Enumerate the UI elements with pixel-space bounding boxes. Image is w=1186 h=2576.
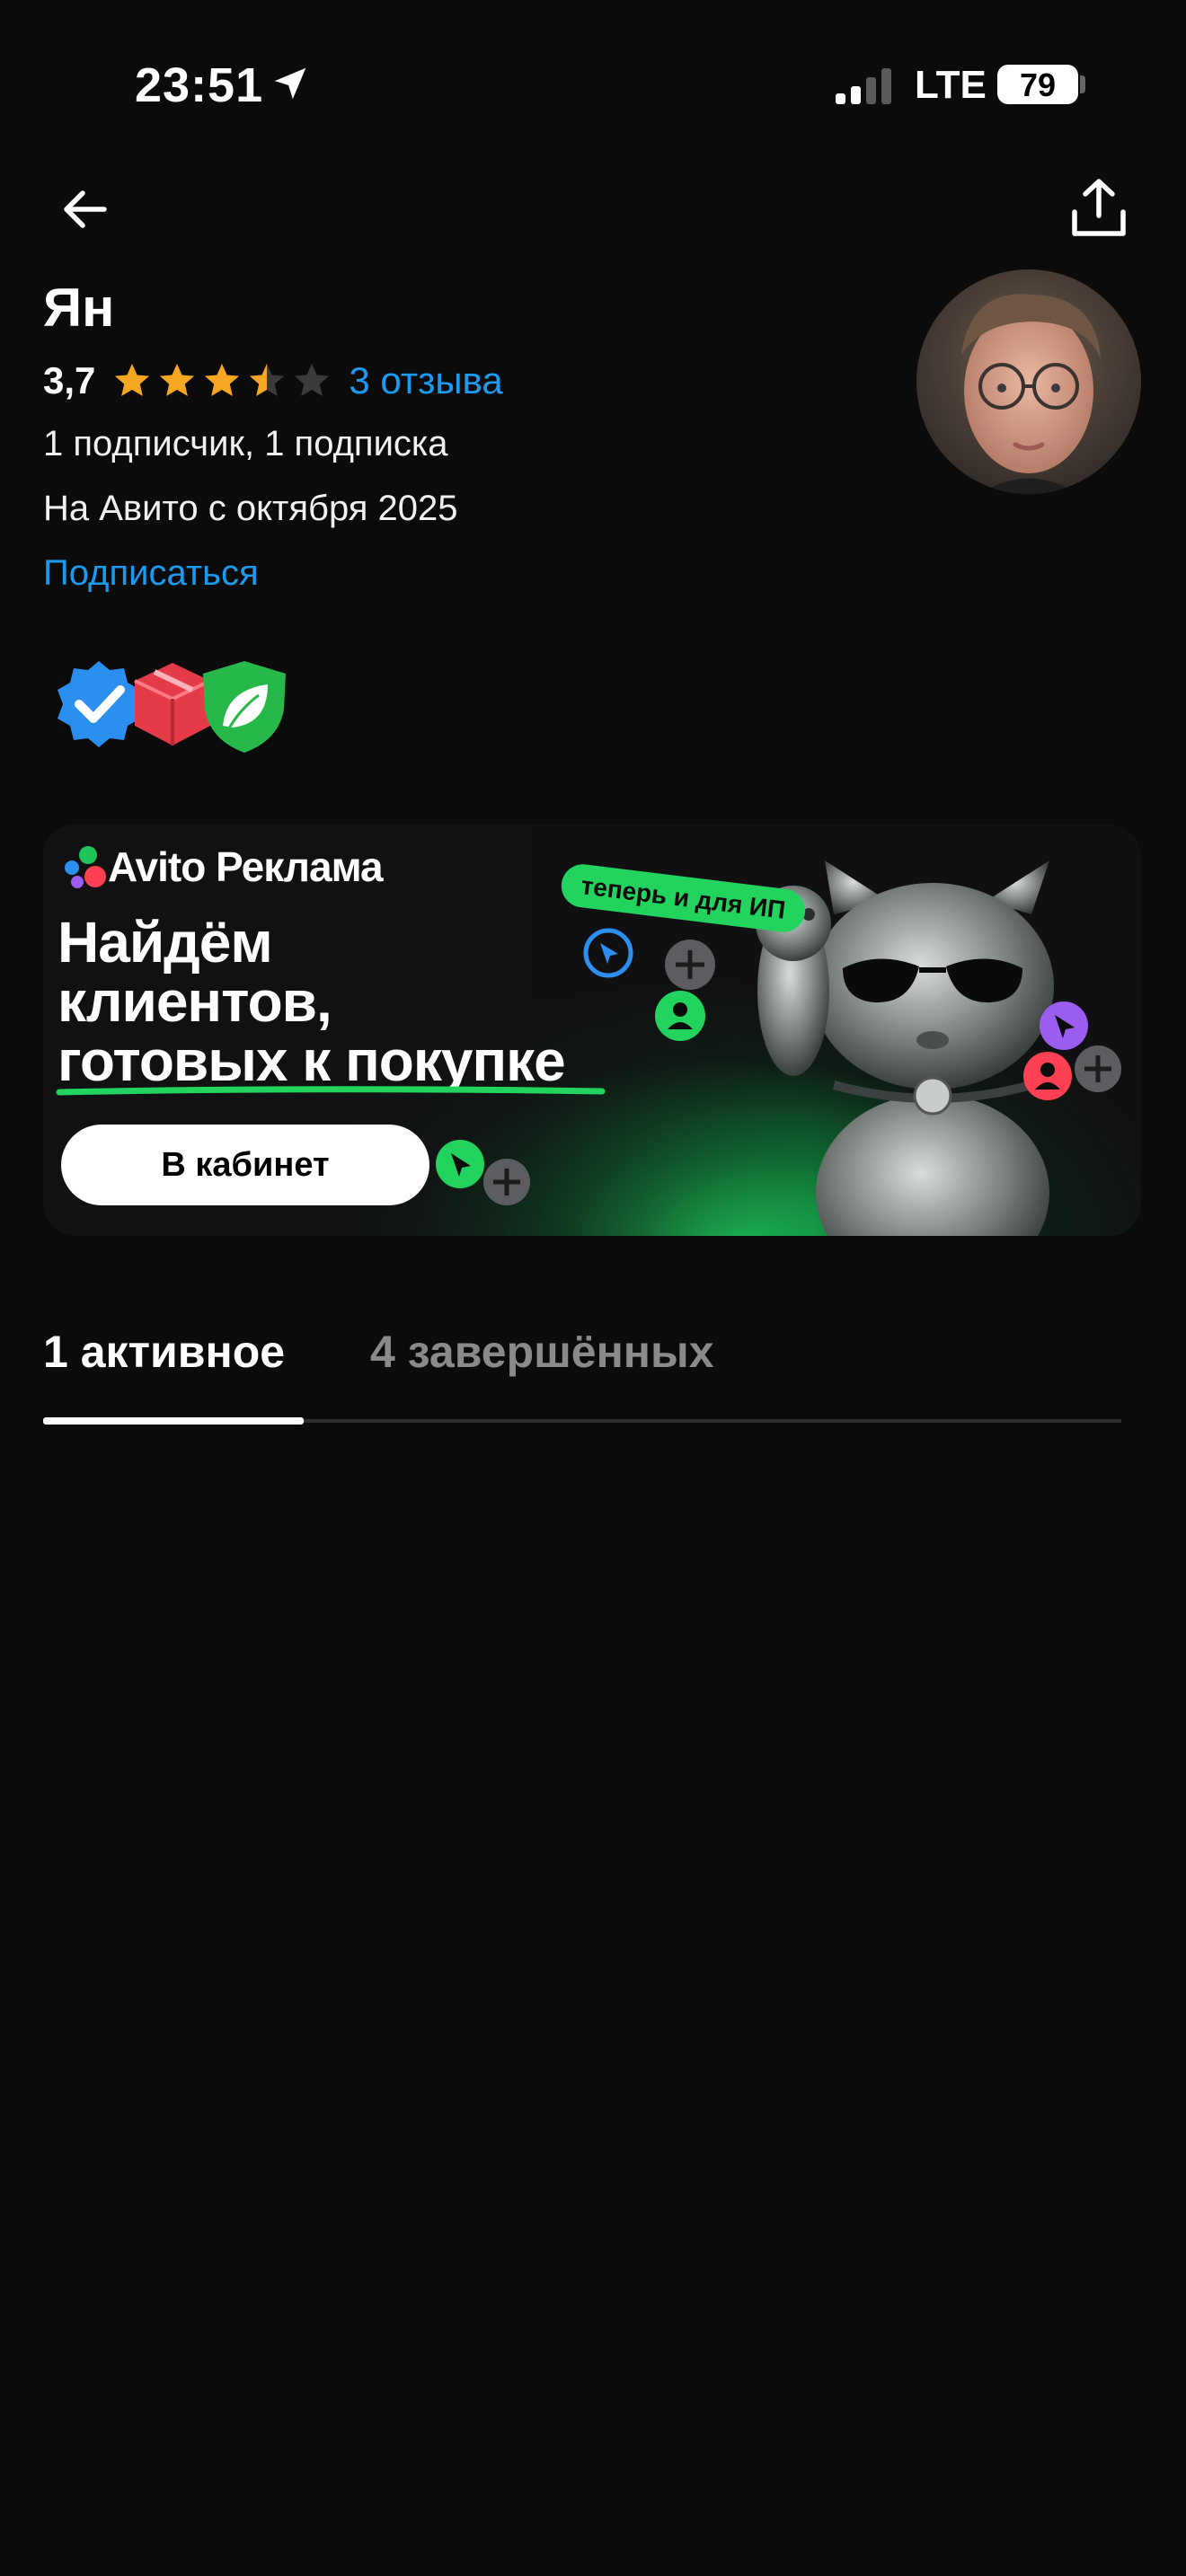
signal-bars-icon [836,68,891,104]
profile-screen: 23:51 LTE 79 Ян 3,7 3 отзыва 1 подписчик… [0,0,1186,2576]
plus-circle-icon [483,1159,530,1205]
user-circle-red-icon [1023,1052,1072,1100]
banner-brand: Avito Реклама [108,843,384,890]
rating-stars [111,360,336,401]
cursor-circle-green-icon [436,1140,484,1188]
back-button[interactable] [56,180,115,239]
eco-leaf-badge-icon [203,661,286,753]
subscribe-link[interactable]: Подписаться [43,553,259,594]
headline-line-1: Найдём [58,910,273,975]
star-half-icon [250,363,285,397]
rating-value: 3,7 [43,359,96,401]
star-full-icon [205,363,240,397]
ad-banner[interactable]: Avito Реклама Найдём клиентов, готовых к… [43,825,1141,1236]
user-circle-green-icon [655,991,705,1041]
cabinet-button[interactable]: В кабинет [61,1125,429,1205]
cursor-circle-blue-icon [583,928,633,978]
tab-completed-listings[interactable]: 4 завершённых [370,1326,714,1378]
network-type: LTE [915,63,987,107]
tab-active-listings[interactable]: 1 активное [43,1326,285,1378]
location-arrow-icon [274,67,306,100]
member-since: На Авито с октября 2025 [43,489,458,528]
profile-name: Ян [43,278,115,338]
plus-circle-icon [665,940,715,990]
headline-line-3: готовых к покупке [58,1028,566,1093]
rating-row: 3,7 3 отзыва [43,357,503,404]
battery-icon: 79 [997,65,1078,104]
star-full-icon [160,363,195,397]
headline-underline [56,1086,606,1096]
reviews-link[interactable]: 3 отзыва [349,359,502,402]
verified-badge-icon [58,661,140,747]
achievement-badges[interactable] [47,654,298,758]
delivery-box-badge-icon [134,663,211,745]
share-button[interactable] [1067,176,1130,241]
battery-level: 79 [1019,66,1057,103]
status-time: 23:51 [135,58,264,112]
avatar[interactable] [916,269,1141,494]
subscribers-info[interactable]: 1 подписчик, 1 подписка [43,424,448,464]
headline-line-2: клиентов, [58,969,332,1034]
avito-logo-icon [65,846,106,888]
banner-headline: Найдём клиентов, готовых к покупке [58,910,566,1093]
battery-nub [1080,75,1085,93]
tab-indicator [43,1417,304,1425]
star-full-icon [115,363,150,397]
plus-circle-icon [1075,1045,1121,1092]
star-empty-icon [295,363,330,397]
status-bar: 23:51 LTE 79 [0,52,1186,124]
